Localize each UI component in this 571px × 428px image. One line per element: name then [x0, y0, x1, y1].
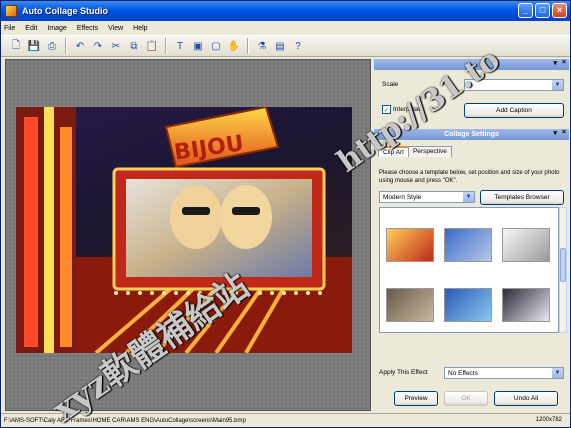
redo-icon[interactable]: ↷	[89, 37, 107, 55]
menu-bar: File Edit Image Effects View Help	[1, 21, 570, 35]
caption-panel-header: ▾ ×	[374, 59, 569, 70]
maximize-button[interactable]: □	[535, 3, 550, 18]
pages-icon[interactable]: ▤	[271, 37, 289, 55]
status-bar: F:\AMS-SOFT\Caly ART Frames\HOME CAR\AMS…	[1, 413, 570, 427]
chevron-down-icon: ▼	[463, 192, 474, 202]
image-icon[interactable]: ▣	[189, 37, 207, 55]
status-image-dimensions: 1200x782	[535, 417, 562, 423]
collage-settings-header: Collage Settings ▾ ×	[374, 129, 569, 140]
close-icon[interactable]: ×	[562, 129, 566, 136]
undo-all-button[interactable]: Undo All	[494, 391, 558, 406]
ok-button[interactable]: OK	[444, 391, 488, 406]
collage-canvas[interactable]: BIJOU	[16, 107, 352, 353]
template-thumbnail[interactable]	[444, 288, 492, 322]
pin-icon[interactable]: ▾	[553, 129, 557, 137]
help-icon[interactable]: ?	[289, 37, 307, 55]
frame-icon[interactable]: ▢	[207, 37, 225, 55]
settings-tabs: Clip Art Perspective	[378, 146, 452, 157]
style-select[interactable]: Modern Style ▼	[379, 191, 475, 203]
right-panel: ▾ × Scale ▼ ✓ Interpolate Add Caption Co…	[374, 59, 569, 411]
toolbar-separator	[247, 38, 249, 54]
scrollbar-thumb[interactable]	[560, 248, 566, 282]
chevron-down-icon: ▼	[552, 80, 563, 90]
template-thumbnail[interactable]	[502, 228, 550, 262]
effect-select[interactable]: No Effects ▼	[444, 367, 564, 379]
hand-icon[interactable]: ✋	[225, 37, 243, 55]
template-instructions: Please choose a template below, set posi…	[379, 170, 560, 184]
template-thumbnail[interactable]	[502, 288, 550, 322]
effects-icon[interactable]: ⚗	[253, 37, 271, 55]
templates-browser-button[interactable]: Templates Browser	[480, 190, 564, 205]
scale-label: Scale	[382, 81, 399, 88]
cut-icon[interactable]: ✂	[107, 37, 125, 55]
style-select-value: Modern Style	[383, 193, 422, 201]
add-caption-button[interactable]: Add Caption	[464, 103, 564, 118]
workspace[interactable]: BIJOU	[5, 59, 371, 411]
paste-icon[interactable]: 📋	[143, 37, 161, 55]
pin-icon[interactable]: ▾	[553, 59, 557, 67]
save-icon[interactable]: 💾	[25, 37, 43, 55]
undo-icon[interactable]: ↶	[71, 37, 89, 55]
chevron-down-icon: ▼	[552, 368, 563, 378]
minimize-button[interactable]: _	[518, 3, 533, 18]
apply-effect-label: Apply This Effect	[379, 369, 428, 376]
title-bar[interactable]: Auto Collage Studio _ □ ×	[1, 1, 570, 21]
menu-help[interactable]: Help	[133, 25, 147, 32]
copy-icon[interactable]: ⧉	[125, 37, 143, 55]
toolbar-separator	[65, 38, 67, 54]
tab-clip-art[interactable]: Clip Art	[378, 146, 409, 157]
interpolation-label: Interpolate	[393, 106, 424, 113]
collage-image: BIJOU	[16, 107, 352, 353]
interpolation-checkbox[interactable]: ✓	[382, 105, 391, 114]
scale-select[interactable]: ▼	[464, 79, 564, 91]
menu-effects[interactable]: Effects	[77, 25, 98, 32]
menu-edit[interactable]: Edit	[25, 25, 37, 32]
menu-image[interactable]: Image	[47, 25, 66, 32]
close-button[interactable]: ×	[552, 3, 567, 18]
collage-settings-title: Collage Settings	[444, 131, 499, 138]
tab-perspective[interactable]: Perspective	[407, 146, 452, 157]
app-window: Auto Collage Studio _ □ × File Edit Imag…	[0, 0, 571, 428]
print-icon[interactable]: ⎙	[43, 37, 61, 55]
preview-button[interactable]: Preview	[394, 391, 438, 406]
effect-select-value: No Effects	[448, 369, 478, 377]
status-file-path: F:\AMS-SOFT\Caly ART Frames\HOME CAR\AMS…	[4, 417, 246, 424]
template-gallery	[379, 207, 559, 333]
toolbar: 🗋 💾 ⎙ ↶ ↷ ✂ ⧉ 📋 T ▣ ▢ ✋ ⚗ ▤ ?	[1, 35, 570, 57]
template-thumbnail[interactable]	[386, 288, 434, 322]
menu-file[interactable]: File	[4, 25, 15, 32]
window-title: Auto Collage Studio	[22, 6, 108, 16]
app-icon	[5, 5, 17, 17]
new-file-icon[interactable]: 🗋	[7, 37, 25, 55]
text-icon[interactable]: T	[171, 37, 189, 55]
toolbar-separator	[165, 38, 167, 54]
gallery-scrollbar[interactable]	[559, 207, 567, 333]
template-thumbnail[interactable]	[444, 228, 492, 262]
template-thumbnail[interactable]	[386, 228, 434, 262]
menu-view[interactable]: View	[108, 25, 123, 32]
close-icon[interactable]: ×	[562, 59, 566, 66]
